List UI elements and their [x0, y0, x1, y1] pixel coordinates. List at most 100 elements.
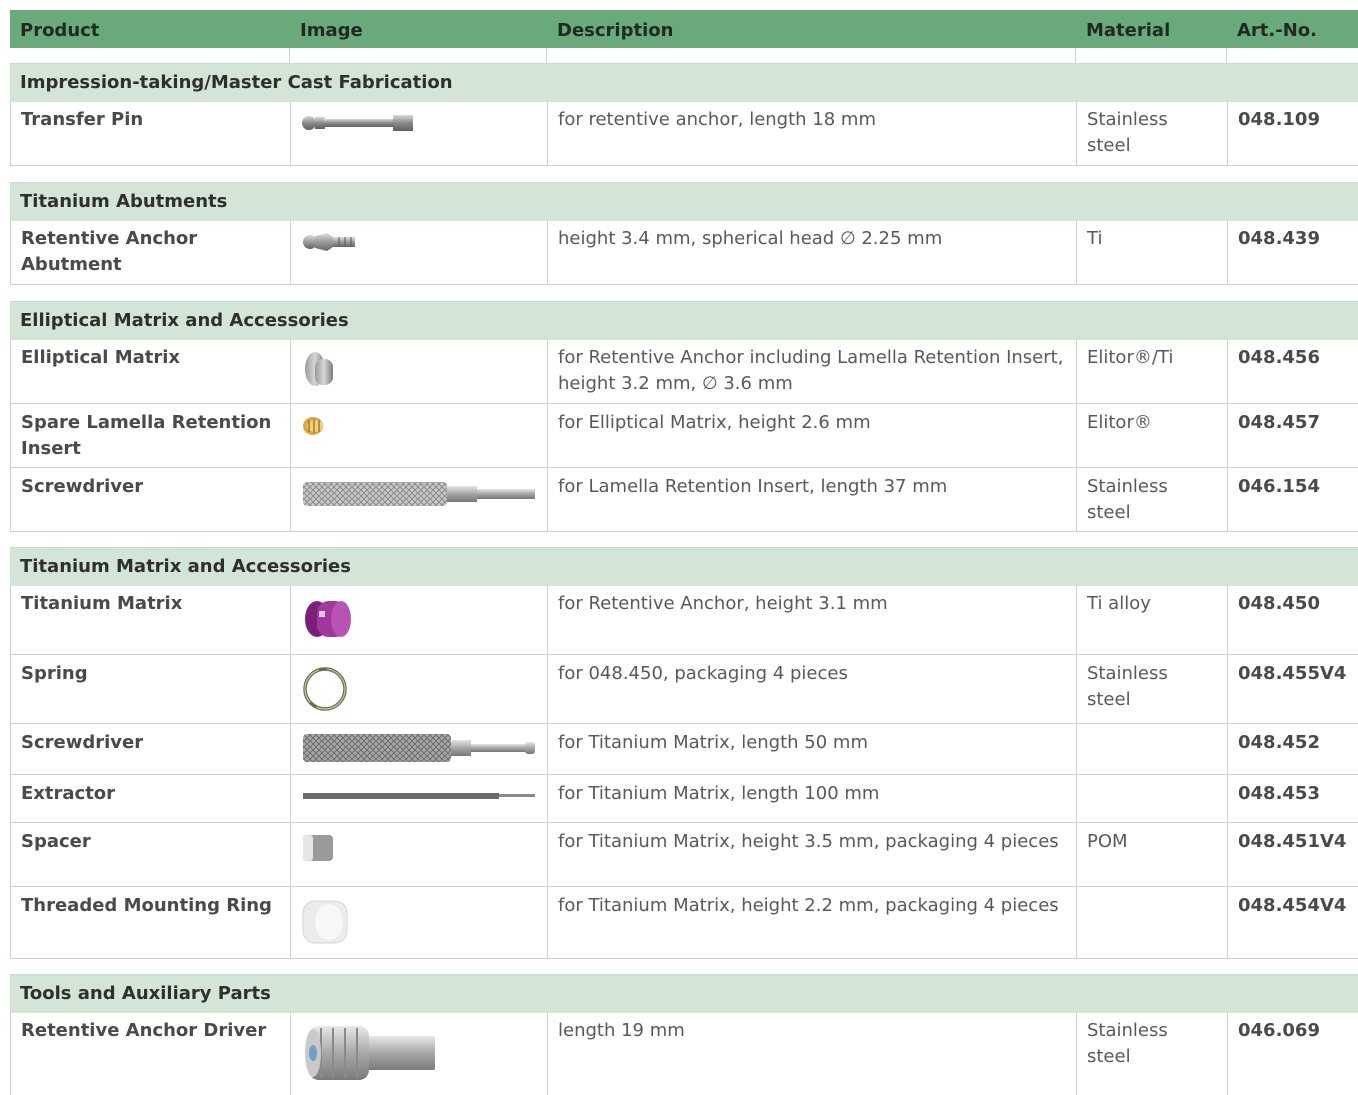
- product-description: for Titanium Matrix, length 50 mm: [548, 724, 1077, 774]
- divider: [546, 48, 547, 64]
- table-row: Screwdriver for Lamella Retention Insert…: [10, 468, 1358, 532]
- extractor-icon: [303, 793, 535, 799]
- table-row: Spare Lamella Retention Insert for Ellip…: [10, 404, 1358, 468]
- table-row: Spacer for Titanium Matrix, height 3.5 m…: [10, 823, 1358, 887]
- product-art-no: 048.109: [1238, 109, 1320, 130]
- table-row: Titanium Matrix for Retentive Anchor, he…: [10, 585, 1358, 655]
- product-name: Titanium Matrix: [11, 585, 291, 654]
- product-image: [291, 220, 548, 284]
- product-material: Ti alloy: [1077, 585, 1228, 654]
- product-material: POM: [1077, 823, 1228, 886]
- titanium-matrix-icon: [305, 601, 351, 637]
- col-header-material: Material: [1086, 20, 1171, 41]
- product-name: Transfer Pin: [11, 101, 291, 165]
- product-name: Retentive Anchor Abutment: [11, 220, 291, 284]
- product-material: [1077, 724, 1228, 774]
- table-row: Transfer Pin for retentive anchor, lengt…: [10, 101, 1358, 166]
- product-art-no: 048.456: [1238, 347, 1320, 368]
- product-art-no: 048.453: [1238, 783, 1320, 804]
- section-title: Tools and Auxiliary Parts: [20, 983, 271, 1004]
- product-description: for Retentive Anchor including Lamella R…: [548, 339, 1077, 403]
- driver-icon: [305, 1026, 435, 1080]
- col-header-product: Product: [20, 20, 100, 41]
- product-material: Stainless steel: [1077, 468, 1228, 531]
- table-row: Retentive Anchor Driver length 19 mm Sta…: [10, 1012, 1358, 1095]
- product-material: Ti: [1077, 220, 1228, 284]
- product-image: [291, 468, 548, 531]
- product-material: [1077, 775, 1228, 822]
- product-description: for Titanium Matrix, length 100 mm: [548, 775, 1077, 822]
- product-description: for 048.450, packaging 4 pieces: [548, 655, 1077, 723]
- product-image: [291, 1012, 548, 1095]
- section-title: Elliptical Matrix and Accessories: [20, 310, 349, 331]
- col-header-image: Image: [300, 20, 363, 41]
- product-image: [291, 101, 548, 165]
- table-header: Product Image Description Material Art.-…: [10, 10, 1358, 48]
- product-description: for Lamella Retention Insert, length 37 …: [548, 468, 1077, 531]
- section-title: Impression-taking/Master Cast Fabricatio…: [20, 72, 453, 93]
- spacer-icon: [303, 835, 333, 861]
- product-image: [291, 655, 548, 723]
- product-image: [291, 775, 548, 822]
- section-header: Elliptical Matrix and Accessories: [10, 301, 1358, 340]
- product-material: Stainless steel: [1077, 655, 1228, 723]
- product-material: Stainless steel: [1077, 1012, 1228, 1095]
- elliptical-matrix-icon: [305, 352, 333, 386]
- table-row: Screwdriver for Titanium Matrix, length …: [10, 724, 1358, 775]
- product-description: for Retentive Anchor, height 3.1 mm: [548, 585, 1077, 654]
- spring-icon: [303, 667, 347, 711]
- product-name: Screwdriver: [11, 468, 291, 531]
- divider: [289, 48, 290, 64]
- section-title: Titanium Matrix and Accessories: [20, 556, 351, 577]
- product-art-no: 046.154: [1238, 476, 1320, 497]
- product-image: [291, 823, 548, 886]
- product-description: for Titanium Matrix, height 2.2 mm, pack…: [548, 887, 1077, 958]
- product-name: Elliptical Matrix: [11, 339, 291, 403]
- col-header-description: Description: [557, 20, 674, 41]
- product-description: length 19 mm: [548, 1012, 1077, 1095]
- table-row: Spring for 048.450, packaging 4 pieces S…: [10, 655, 1358, 724]
- product-image: [291, 585, 548, 654]
- product-description: height 3.4 mm, spherical head ∅ 2.25 mm: [548, 220, 1077, 284]
- section-header: Titanium Abutments: [10, 182, 1358, 221]
- divider: [1075, 48, 1076, 64]
- product-art-no: 048.454V4: [1238, 895, 1347, 916]
- product-art-no: 048.457: [1238, 412, 1320, 433]
- abutment-icon: [303, 233, 355, 251]
- table-row: Elliptical Matrix for Retentive Anchor i…: [10, 339, 1358, 404]
- product-name: Retentive Anchor Driver: [11, 1012, 291, 1095]
- product-name: Spare Lamella Retention Insert: [11, 404, 291, 467]
- product-art-no: 046.069: [1238, 1020, 1320, 1041]
- mounting-ring-icon: [302, 900, 348, 944]
- product-name: Spring: [11, 655, 291, 723]
- transfer-pin-icon: [302, 115, 413, 131]
- lamella-insert-icon: [303, 417, 323, 435]
- product-name: Spacer: [11, 823, 291, 886]
- section-header: Impression-taking/Master Cast Fabricatio…: [10, 63, 1358, 102]
- table-row: Threaded Mounting Ring for Titanium Matr…: [10, 887, 1358, 959]
- table-row: Extractor for Titanium Matrix, length 10…: [10, 775, 1358, 823]
- section-title: Titanium Abutments: [20, 191, 228, 212]
- section-header: Titanium Matrix and Accessories: [10, 547, 1358, 586]
- divider: [1226, 48, 1227, 64]
- product-image: [291, 887, 548, 958]
- col-header-art-no: Art.-No.: [1237, 20, 1317, 41]
- product-description: for Titanium Matrix, height 3.5 mm, pack…: [548, 823, 1077, 886]
- section-header: Tools and Auxiliary Parts: [10, 974, 1358, 1013]
- product-description: for retentive anchor, length 18 mm: [548, 101, 1077, 165]
- product-art-no: 048.452: [1238, 732, 1320, 753]
- product-material: [1077, 887, 1228, 958]
- product-name: Threaded Mounting Ring: [11, 887, 291, 958]
- product-material: Stainless steel: [1077, 101, 1228, 165]
- product-name: Screwdriver: [11, 724, 291, 774]
- product-description: for Elliptical Matrix, height 2.6 mm: [548, 404, 1077, 467]
- screwdriver-icon: [303, 482, 535, 506]
- table-row: Retentive Anchor Abutment height 3.4 mm,…: [10, 220, 1358, 285]
- product-image: [291, 724, 548, 774]
- product-name: Extractor: [11, 775, 291, 822]
- product-art-no: 048.439: [1238, 228, 1320, 249]
- product-art-no: 048.450: [1238, 593, 1320, 614]
- product-image: [291, 339, 548, 403]
- product-art-no: 048.455V4: [1238, 663, 1347, 684]
- product-material: Elitor®/Ti: [1077, 339, 1228, 403]
